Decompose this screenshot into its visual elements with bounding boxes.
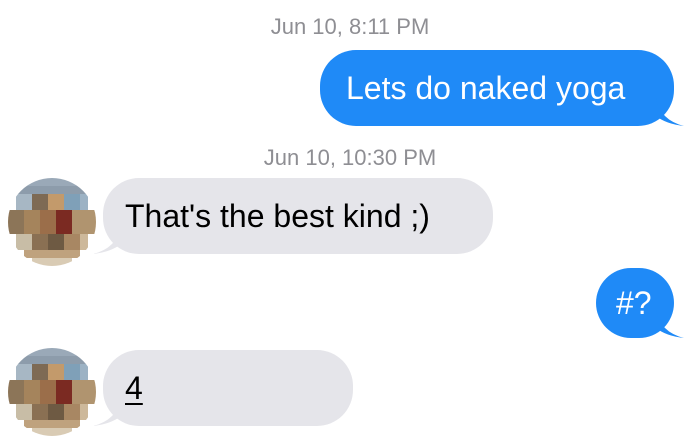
bubble-tail-icon <box>656 98 684 126</box>
pixelated-avatar-icon <box>8 348 96 436</box>
incoming-message-bubble[interactable]: 4 <box>93 350 353 426</box>
pixelated-avatar-icon <box>8 178 96 266</box>
message-text: Lets do naked yoga <box>346 70 626 106</box>
message-text[interactable]: 4 <box>125 370 143 406</box>
message-text: #? <box>616 285 652 321</box>
incoming-message-bubble[interactable]: That's the best kind ;) <box>93 178 493 254</box>
timestamp-label: Jun 10, 8:11 PM <box>270 14 430 39</box>
bubble-tail-icon <box>656 310 684 338</box>
outgoing-message-bubble[interactable]: Lets do naked yoga <box>320 50 684 126</box>
bubble-tail-icon <box>93 226 121 254</box>
contact-avatar[interactable] <box>8 348 96 436</box>
message-text: That's the best kind ;) <box>125 198 430 234</box>
bubble-tail-icon <box>93 398 121 426</box>
timestamp-label: Jun 10, 10:30 PM <box>263 145 437 170</box>
outgoing-message-bubble[interactable]: #? <box>596 268 684 338</box>
contact-avatar[interactable] <box>8 178 96 266</box>
